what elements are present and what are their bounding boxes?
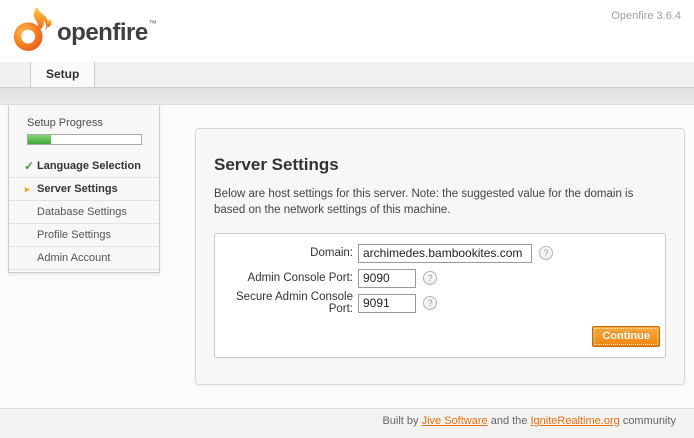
step-label: Profile Settings [37, 229, 111, 241]
progress-fill [28, 135, 51, 144]
step-server-settings: ▸ Server Settings [9, 178, 159, 201]
step-database-settings: Database Settings [9, 201, 159, 224]
help-icon[interactable]: ? [423, 296, 437, 310]
admin-port-input[interactable] [358, 269, 416, 288]
step-label: Admin Account [37, 252, 110, 264]
server-settings-card: Server Settings Below are host settings … [195, 128, 685, 385]
igniterealtime-link[interactable]: IgniteRealtime.org [530, 415, 619, 427]
toolbar-band [0, 88, 694, 105]
footer-text: and the [491, 415, 528, 427]
continue-button[interactable]: Continue [592, 326, 660, 347]
footer-text: Built by [382, 415, 418, 427]
form-row-admin-port: Admin Console Port: ? [215, 268, 665, 288]
secure-port-label: Secure Admin Console Port: [215, 291, 353, 315]
step-label: Database Settings [37, 206, 127, 218]
step-profile-settings: Profile Settings [9, 224, 159, 247]
openfire-logo: openfire ™ [12, 7, 157, 58]
setup-progress-sidebar: Setup Progress ✓ Language Selection ▸ Se… [8, 105, 160, 273]
app-header: openfire ™ Openfire 3.6.4 [0, 0, 694, 62]
help-icon[interactable]: ? [423, 271, 437, 285]
help-icon[interactable]: ? [539, 246, 553, 260]
page-footer: Built by Jive Software and the IgniteRea… [0, 408, 694, 438]
page-description: Below are host settings for this server.… [214, 186, 666, 218]
tab-bar: Setup [0, 62, 694, 88]
step-label: Server Settings [37, 183, 118, 195]
secure-port-input[interactable] [358, 294, 416, 313]
jive-software-link[interactable]: Jive Software [422, 415, 488, 427]
step-language-selection: ✓ Language Selection [9, 155, 159, 178]
progress-bar [27, 134, 142, 145]
form-row-secure-port: Secure Admin Console Port: ? [215, 293, 665, 313]
tab-setup[interactable]: Setup [30, 62, 95, 87]
brand-wordmark: openfire [57, 19, 148, 47]
step-admin-account: Admin Account [9, 247, 159, 270]
version-label: Openfire 3.6.4 [611, 10, 681, 22]
trademark-symbol: ™ [149, 19, 157, 28]
domain-input[interactable] [358, 244, 532, 263]
page-title: Server Settings [214, 155, 666, 175]
domain-label: Domain: [215, 247, 353, 259]
arrow-right-icon: ▸ [25, 184, 30, 195]
form-row-domain: Domain: ? [215, 243, 665, 263]
footer-text: community [623, 415, 676, 427]
admin-port-label: Admin Console Port: [215, 272, 353, 284]
check-icon: ✓ [24, 159, 34, 173]
server-settings-form: Domain: ? Admin Console Port: ? Secure A… [214, 233, 666, 358]
setup-steps-list: ✓ Language Selection ▸ Server Settings D… [9, 155, 159, 270]
step-label: Language Selection [37, 160, 141, 172]
flame-ring-icon [12, 7, 54, 58]
sidebar-title: Setup Progress [27, 117, 159, 129]
